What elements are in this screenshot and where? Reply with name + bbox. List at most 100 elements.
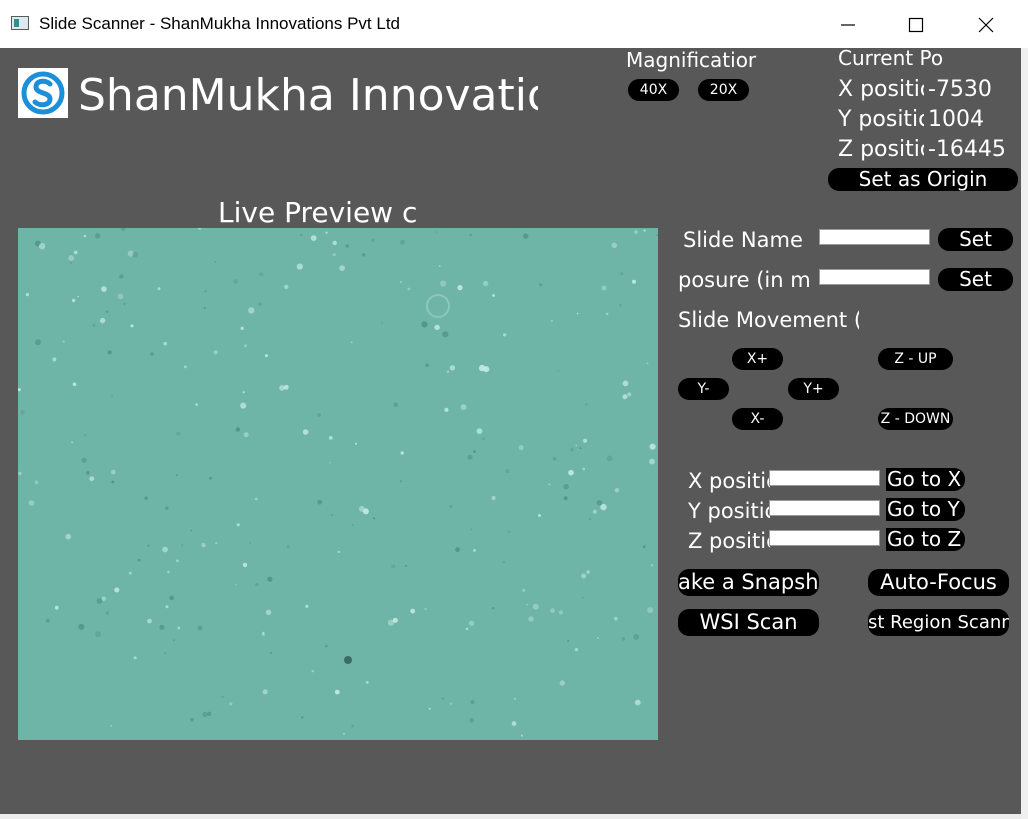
cell-speck	[325, 231, 328, 234]
cell-speck	[568, 469, 574, 476]
cell-speck	[460, 404, 467, 411]
cell-speck	[632, 279, 636, 284]
cell-speck	[646, 362, 649, 365]
close-button[interactable]	[966, 10, 1006, 40]
cell-speck	[157, 287, 161, 291]
cell-speck	[582, 467, 586, 471]
cell-speck	[332, 253, 336, 257]
cell-speck	[181, 544, 184, 547]
cell-speck	[203, 306, 206, 309]
wsi-scan-button[interactable]: WSI Scan	[678, 609, 819, 636]
cell-speck	[559, 680, 565, 686]
cell-speck	[586, 570, 590, 574]
cell-speck	[262, 689, 268, 695]
cell-speck	[20, 410, 25, 415]
cell-speck	[144, 496, 148, 500]
auto-focus-button[interactable]: Auto-Focus	[868, 569, 1009, 596]
cell-speck	[446, 370, 450, 373]
cell-speck	[92, 323, 96, 327]
go-to-x-button[interactable]: Go to X	[886, 468, 965, 491]
move-y-minus-button[interactable]: Y-	[678, 378, 729, 400]
cell-speck	[209, 476, 212, 480]
go-to-z-button[interactable]: Go to Z	[886, 528, 965, 551]
brand-name: ShanMukha Innovatio	[78, 70, 538, 121]
cell-speck	[548, 483, 551, 486]
cell-speck	[69, 261, 73, 265]
cell-speck	[72, 298, 76, 303]
cell-speck	[221, 695, 224, 699]
cell-speck	[254, 497, 258, 501]
cell-speck	[620, 272, 624, 276]
cell-speck	[99, 317, 106, 324]
cell-speck	[503, 333, 507, 337]
cell-speck	[240, 402, 247, 409]
go-to-y-button[interactable]: Go to Y	[886, 498, 965, 521]
cell-speck	[563, 483, 569, 490]
goto-x-input[interactable]	[769, 470, 880, 486]
move-z-down-button[interactable]: Z - DOWN	[878, 408, 953, 430]
cell-speck	[207, 711, 212, 716]
cell-speck	[328, 436, 333, 440]
cell-speck	[526, 603, 529, 606]
cell-speck	[28, 500, 35, 506]
goto-y-input[interactable]	[769, 500, 880, 516]
magnification-20x-button[interactable]: 20X	[698, 79, 749, 101]
cell-speck	[165, 506, 169, 510]
cell-speck	[244, 344, 248, 348]
exposure-set-button[interactable]: Set	[938, 268, 1013, 291]
minimize-button[interactable]	[828, 10, 868, 40]
cell-speck	[434, 324, 440, 331]
exposure-input[interactable]	[819, 269, 930, 285]
cell-speck	[365, 681, 369, 684]
cell-speck	[581, 573, 587, 579]
cell-speck	[550, 319, 553, 323]
move-y-plus-button[interactable]: Y+	[788, 378, 839, 400]
cell-speck	[184, 365, 187, 369]
cell-speck	[618, 303, 622, 307]
cell-speck	[491, 495, 496, 501]
cell-speck	[492, 294, 495, 297]
cell-speck	[478, 364, 486, 372]
move-x-plus-button[interactable]: X+	[732, 348, 783, 370]
cell-speck	[597, 637, 599, 639]
cell-speck	[476, 428, 483, 434]
cell-speck	[173, 639, 176, 642]
set-as-origin-button[interactable]: Set as Origin	[828, 168, 1018, 191]
logo-icon	[21, 71, 65, 115]
cell-speck	[72, 382, 77, 387]
cell-speck	[539, 283, 543, 287]
cell-speck	[558, 610, 564, 615]
goto-z-input[interactable]	[769, 530, 880, 546]
slide-name-input[interactable]	[819, 229, 930, 245]
cell-speck	[83, 234, 87, 238]
cell-speck	[215, 542, 218, 545]
y-position-value: 1004	[928, 107, 984, 132]
slide-name-set-button[interactable]: Set	[938, 228, 1013, 251]
cell-speck	[197, 228, 202, 230]
cell-speck	[78, 623, 85, 630]
cell-speck	[649, 458, 655, 465]
maximize-button[interactable]	[896, 10, 936, 40]
cell-speck	[354, 442, 358, 445]
cell-speck	[621, 637, 626, 641]
cell-speck	[563, 496, 568, 501]
move-z-up-button[interactable]: Z - UP	[878, 348, 953, 370]
cell-speck	[86, 471, 90, 475]
cell-speck	[393, 402, 399, 407]
cell-speck	[34, 480, 39, 485]
cell-speck	[101, 286, 107, 292]
cell-speck	[343, 733, 345, 735]
cell-speck	[261, 633, 265, 636]
goto-y-label: Y positic	[688, 499, 770, 523]
cell-speck	[235, 427, 241, 432]
cell-speck	[392, 617, 398, 623]
cell-speck	[240, 326, 244, 330]
move-x-minus-button[interactable]: X-	[732, 408, 783, 430]
region-scanning-button[interactable]: st Region Scanni	[868, 609, 1009, 636]
take-snapshot-button[interactable]: ake a Snapsho	[678, 569, 819, 596]
cell-speck	[73, 250, 78, 255]
cell-speck	[337, 550, 340, 554]
magnification-40x-button[interactable]: 40X	[628, 79, 679, 101]
cell-speck	[204, 290, 207, 293]
cell-speck	[592, 509, 597, 514]
